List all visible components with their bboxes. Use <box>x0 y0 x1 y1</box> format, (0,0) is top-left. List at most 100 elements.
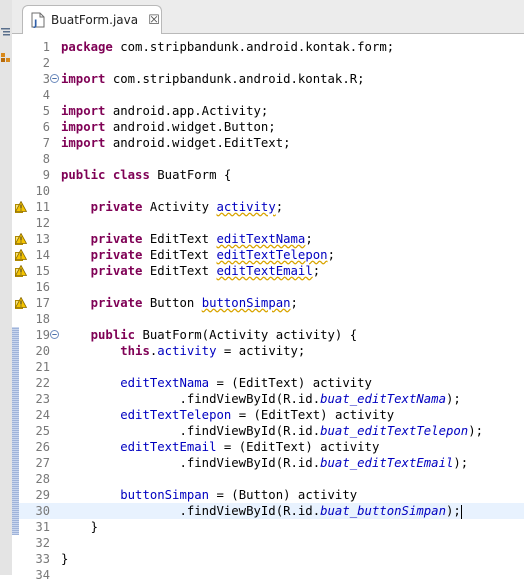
code-token: com.stripbandunk.android.kontak.form; <box>112 40 395 54</box>
code-line[interactable]: 2 <box>12 55 524 71</box>
code-line[interactable]: 25 .findViewById(R.id.buat_editTextTelep… <box>12 423 524 439</box>
code-text: } <box>61 519 98 535</box>
code-token: buttonSimpan <box>120 488 210 502</box>
line-number: 1 <box>42 40 50 54</box>
fold-toggle-icon[interactable] <box>50 330 59 339</box>
code-line[interactable]: 5 import android.app.Activity; <box>12 103 524 119</box>
code-line[interactable]: 18 <box>12 311 524 327</box>
code-token: = activity; <box>216 344 306 358</box>
code-token: import <box>61 72 106 86</box>
code-token: class <box>112 168 150 182</box>
code-line[interactable]: 12 <box>12 215 524 231</box>
code-line[interactable]: 10 <box>12 183 524 199</box>
tab-label: BuatForm.java <box>51 13 139 27</box>
code-line[interactable]: 16 <box>12 279 524 295</box>
code-token: editTextNama <box>216 232 306 246</box>
code-line[interactable]: 7 import android.widget.EditText; <box>12 135 524 151</box>
code-text: .findViewById(R.id.buat_editTextTelepon)… <box>61 423 483 439</box>
code-line[interactable]: 21 <box>12 359 524 375</box>
line-number: 10 <box>35 184 50 198</box>
code-text: private Button buttonSimpan; <box>61 295 298 311</box>
code-token: com.stripbandunk.android.kontak.R; <box>105 72 365 86</box>
code-text: editTextNama = (EditText) activity <box>61 375 372 391</box>
code-line[interactable]: 24 editTextTelepon = (EditText) activity <box>12 407 524 423</box>
code-token: .findViewById(R.id. <box>61 392 321 406</box>
code-line[interactable]: 22 editTextNama = (EditText) activity <box>12 375 524 391</box>
line-number: 9 <box>42 168 50 182</box>
code-line[interactable]: 8 <box>12 151 524 167</box>
line-number: 21 <box>35 360 50 374</box>
code-line[interactable]: 15 private EditText editTextEmail; <box>12 263 524 279</box>
close-icon[interactable]: ☒ <box>148 13 160 28</box>
line-number: 12 <box>35 216 50 230</box>
code-text: editTextTelepon = (EditText) activity <box>61 407 394 423</box>
code-line[interactable]: 23 .findViewById(R.id.buat_editTextNama)… <box>12 391 524 407</box>
code-line[interactable]: 33} <box>12 551 524 567</box>
code-token: editTextTelepon <box>216 248 328 262</box>
line-number: 24 <box>35 408 50 422</box>
code-line[interactable]: 11 private Activity activity; <box>12 199 524 215</box>
tab-buatform-java[interactable]: J BuatForm.java ☒ <box>22 5 162 34</box>
code-line[interactable]: 30 .findViewById(R.id.buat_buttonSimpan)… <box>12 503 524 519</box>
code-text: import android.widget.EditText; <box>61 135 291 151</box>
code-line[interactable]: 6 import android.widget.Button; <box>12 119 524 135</box>
code-token: private <box>90 200 143 214</box>
line-number: 11 <box>35 200 50 214</box>
line-number: 2 <box>42 56 50 70</box>
code-line[interactable]: 28 <box>12 471 524 487</box>
line-number: 16 <box>35 280 50 294</box>
code-line[interactable]: 27 .findViewById(R.id.buat_editTextEmail… <box>12 455 524 471</box>
code-token: private <box>90 232 143 246</box>
code-line[interactable]: 17 private Button buttonSimpan; <box>12 295 524 311</box>
code-token: .findViewById(R.id. <box>61 424 321 438</box>
line-number: 17 <box>35 296 50 310</box>
line-number: 5 <box>42 104 50 118</box>
code-text: editTextEmail = (EditText) activity <box>61 439 379 455</box>
code-token: } <box>61 552 69 566</box>
line-number: 32 <box>35 536 50 550</box>
svg-text:J: J <box>33 19 37 28</box>
fold-toggle-icon[interactable] <box>50 74 59 83</box>
code-line[interactable]: 31 } <box>12 519 524 535</box>
code-token: = (Button) activity <box>209 488 358 502</box>
code-text: package com.stripbandunk.android.kontak.… <box>61 39 394 55</box>
code-line[interactable]: 13 private EditText editTextNama; <box>12 231 524 247</box>
code-text: import android.app.Activity; <box>61 103 268 119</box>
code-token: ; <box>312 264 321 278</box>
code-line[interactable]: 34 <box>12 567 524 583</box>
code-token: android.widget.EditText; <box>105 136 291 150</box>
code-token: public <box>61 168 106 182</box>
line-number: 8 <box>42 152 50 166</box>
code-text: .findViewById(R.id.buat_editTextNama); <box>61 391 460 407</box>
code-line[interactable]: 26 editTextEmail = (EditText) activity <box>12 439 524 455</box>
line-number: 15 <box>35 264 50 278</box>
line-number: 14 <box>35 248 50 262</box>
code-text: import android.widget.Button; <box>61 119 276 135</box>
outline-icon[interactable] <box>1 27 10 36</box>
code-line[interactable]: 3 import com.stripbandunk.android.kontak.… <box>12 71 524 87</box>
code-token: ; <box>327 248 335 262</box>
code-token: EditText <box>142 264 217 278</box>
code-line[interactable]: 32 <box>12 535 524 551</box>
line-number: 30 <box>35 504 50 518</box>
line-number: 13 <box>35 232 50 246</box>
code-line[interactable]: 4 <box>12 87 524 103</box>
text-caret <box>460 504 462 519</box>
code-line[interactable]: 19 public BuatForm(Activity activity) { <box>12 327 524 343</box>
code-token: BuatForm { <box>149 168 232 182</box>
code-token: android.app.Activity; <box>105 104 269 118</box>
code-line[interactable]: 1 package com.stripbandunk.android.kontak… <box>12 39 524 55</box>
code-line[interactable]: 29 buttonSimpan = (Button) activity <box>12 487 524 503</box>
code-token: .findViewById(R.id. <box>61 504 321 518</box>
code-line[interactable]: 14 private EditText editTextTelepon; <box>12 247 524 263</box>
code-line[interactable]: 9 public class BuatForm { <box>12 167 524 183</box>
code-line[interactable]: 20 this.activity = activity; <box>12 343 524 359</box>
code-token: activity <box>157 344 217 358</box>
hierarchy-icon[interactable] <box>1 53 10 62</box>
code-token: package <box>61 40 113 54</box>
code-editor[interactable]: 1 package com.stripbandunk.android.kontak… <box>12 34 524 582</box>
